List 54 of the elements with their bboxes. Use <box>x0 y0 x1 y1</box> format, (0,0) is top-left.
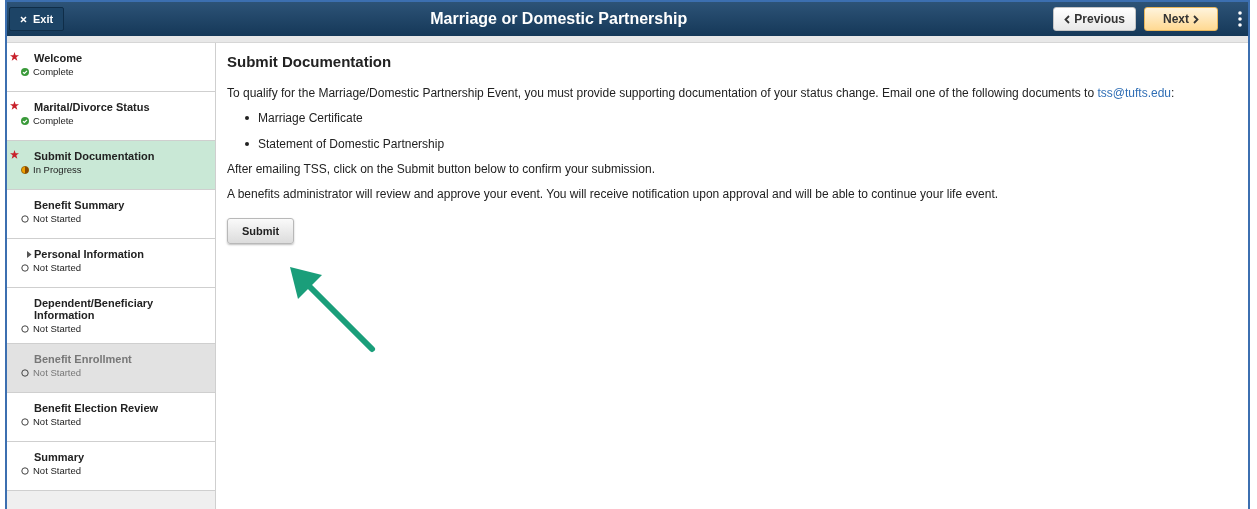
step-status: Not Started <box>33 416 82 427</box>
document-item: Statement of Domestic Partnership <box>258 137 445 151</box>
half-circle-icon <box>21 165 29 174</box>
step-label: Benefit Enrollment <box>34 353 133 365</box>
check-circle-icon <box>21 67 29 76</box>
step-label: Benefit Summary <box>34 199 126 211</box>
more-options-icon[interactable] <box>1238 11 1242 27</box>
check-circle-icon <box>21 116 29 125</box>
step-item[interactable]: Personal Information Not Started <box>7 239 215 288</box>
document-item: Marriage Certificate <box>258 111 363 125</box>
step-item[interactable]: Submit Documentation In Progress <box>7 141 215 190</box>
empty-circle-icon <box>21 466 29 475</box>
empty-circle-icon <box>21 368 29 377</box>
next-button[interactable]: Next <box>1144 7 1218 31</box>
previous-button[interactable]: Previous <box>1053 7 1136 31</box>
submit-button[interactable]: Submit <box>227 218 295 244</box>
step-item[interactable]: Benefit Summary Not Started <box>7 190 215 239</box>
step-label: Welcome <box>34 52 84 64</box>
caret-right-icon[interactable] <box>27 251 32 258</box>
empty-circle-icon <box>21 324 29 333</box>
step-item[interactable]: Marital/Divorce Status Complete <box>7 92 215 141</box>
step-status: Complete <box>33 66 74 77</box>
step-status: Not Started <box>33 213 82 224</box>
close-icon <box>20 15 27 23</box>
empty-circle-icon <box>21 214 29 223</box>
chevron-left-icon <box>1064 14 1071 24</box>
page-title: Marriage or Domestic Partnership <box>429 10 689 28</box>
step-status: Not Started <box>33 465 82 476</box>
step-label: Marital/Divorce Status <box>34 101 151 113</box>
step-label: Benefit Election Review <box>34 402 160 414</box>
step-status: Complete <box>33 115 74 126</box>
chevron-right-icon <box>1193 14 1199 24</box>
step-item[interactable]: Benefit Election Review Not Started <box>7 393 215 442</box>
email-link[interactable]: tss@tufts.edu <box>1097 86 1172 100</box>
step-label: Personal Information <box>34 248 146 260</box>
instructions-text: To qualify for the Marriage/Domestic Partnership Event, you must provide supporting documentation of your status change. Email one of the following documents to tss@tufts.edu: <box>227 86 1176 100</box>
paragraph-text: A benefits administrator will review and approve your event. You will receive notification upon approval and will be able to continue your life event. <box>227 187 1000 201</box>
empty-circle-icon <box>21 417 29 426</box>
step-label: Dependent/Beneficiary Information <box>34 297 155 321</box>
step-label: Submit Documentation <box>34 150 156 162</box>
section-heading: Submit Documentation <box>227 53 393 70</box>
exit-button[interactable]: Exit <box>9 7 65 31</box>
step-status: Not Started <box>33 323 82 334</box>
bullet-icon <box>245 116 249 120</box>
step-label: Summary <box>34 451 86 463</box>
empty-circle-icon <box>21 263 29 272</box>
step-status: Not Started <box>33 367 82 378</box>
step-item[interactable]: Welcome Complete <box>7 43 215 92</box>
step-item[interactable]: Dependent/Beneficiary Information Not Started <box>7 288 215 344</box>
step-item[interactable]: Summary Not Started <box>7 442 215 491</box>
step-status: In Progress <box>33 164 82 175</box>
paragraph-text: After emailing TSS, click on the Submit button below to confirm your submission. <box>227 162 656 176</box>
bullet-icon <box>245 142 249 146</box>
step-status: Not Started <box>33 262 82 273</box>
